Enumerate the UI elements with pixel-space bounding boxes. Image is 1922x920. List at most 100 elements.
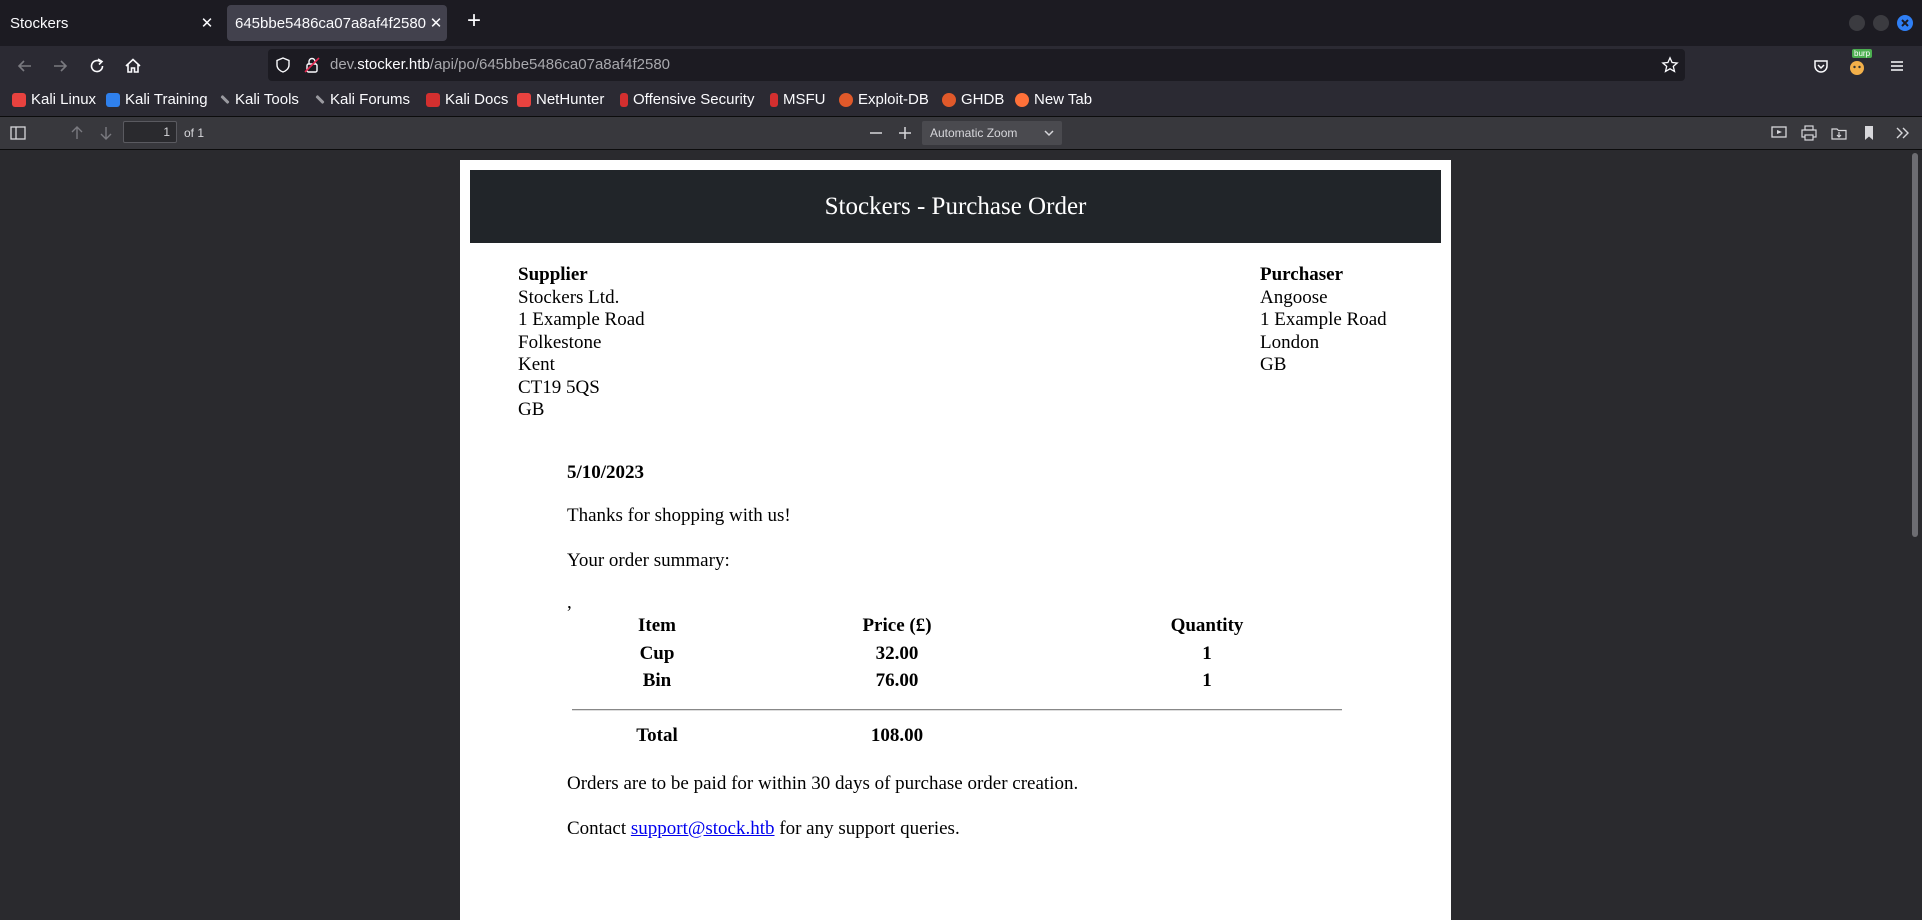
tab-stockers[interactable]: Stockers ✕ — [0, 5, 222, 41]
close-tab-icon[interactable]: ✕ — [427, 14, 445, 32]
bookmark-kali-training[interactable]: Kali Training — [106, 91, 208, 108]
address-line: CT19 5QS — [518, 376, 600, 398]
address-line: Folkestone — [518, 331, 602, 353]
kali-forums-icon — [315, 94, 325, 105]
address-line: GB — [1260, 354, 1287, 375]
firefox-icon — [1015, 92, 1029, 107]
thanks-message: Thanks for shopping with us! — [567, 505, 791, 526]
minimize-window-icon[interactable] — [1849, 15, 1865, 31]
total-row: Total 108.00 — [567, 725, 1347, 753]
item-quantity: 1 — [1202, 643, 1212, 664]
kali-docs-icon — [426, 92, 440, 107]
bookmark-new-tab[interactable]: New Tab — [1015, 91, 1092, 108]
pdf-page: Stockers - Purchase Order Supplier Stock… — [460, 160, 1451, 920]
bookmark-label: GHDB — [961, 91, 1005, 108]
bookmark-ghdb[interactable]: GHDB — [942, 91, 1004, 108]
page-number-input[interactable]: 1 — [123, 121, 177, 143]
bookmark-icon[interactable] — [1860, 124, 1878, 142]
next-page-icon[interactable] — [97, 124, 115, 142]
zoom-value: Automatic Zoom — [930, 126, 1018, 140]
tab-strip: Stockers ✕ 645bbe5486ca07a8af4f2580 ✕ + — [0, 0, 1922, 46]
supplier-heading: Supplier — [518, 264, 588, 285]
home-icon[interactable] — [122, 55, 144, 77]
bookmark-offensive-security[interactable]: Offensive Security — [620, 91, 754, 108]
document-title-banner: Stockers - Purchase Order — [470, 170, 1441, 243]
bookmark-label: Kali Tools — [235, 91, 299, 108]
close-tab-icon[interactable]: ✕ — [198, 14, 216, 32]
address-line: Stockers Ltd. — [518, 286, 620, 308]
address-line: Kent — [518, 354, 555, 375]
order-summary-label: Your order summary: — [567, 550, 730, 571]
bookmark-kali-tools[interactable]: Kali Tools — [220, 91, 299, 108]
presentation-mode-icon[interactable] — [1770, 124, 1788, 142]
address-line: 1 Example Road — [518, 309, 645, 330]
back-arrow-icon[interactable] — [14, 55, 36, 77]
tab-purchase-order[interactable]: 645bbe5486ca07a8af4f2580 ✕ — [227, 5, 447, 41]
address-line: Angoose — [1260, 286, 1328, 308]
column-header-quantity: Quantity — [1170, 615, 1244, 636]
save-download-icon[interactable] — [1830, 124, 1848, 142]
item-name: Bin — [642, 670, 672, 691]
address-line: GB — [518, 399, 545, 420]
sidebar-toggle-icon[interactable] — [9, 124, 27, 142]
contact-prefix: Contact — [567, 818, 627, 839]
stray-comma: , — [567, 592, 572, 613]
maximize-window-icon[interactable] — [1873, 15, 1889, 31]
previous-page-icon[interactable] — [68, 124, 86, 142]
url-path: /api/po/645bbe5486ca07a8af4f2580 — [429, 56, 671, 73]
pocket-icon[interactable] — [1810, 55, 1832, 77]
zoom-in-icon[interactable] — [896, 124, 914, 142]
table-header-row: Item Price (£) Quantity — [567, 615, 1347, 643]
offensive-security-icon — [620, 92, 628, 107]
hamburger-menu-icon[interactable] — [1886, 55, 1908, 77]
bookmark-label: NetHunter — [536, 91, 605, 108]
pdf-viewer-container[interactable]: Stockers - Purchase Order Supplier Stock… — [0, 150, 1922, 920]
reload-icon[interactable] — [86, 55, 108, 77]
item-name: Cup — [639, 643, 675, 664]
order-date: 5/10/2023 — [567, 462, 645, 483]
zoom-select[interactable]: Automatic Zoom — [922, 121, 1062, 145]
bookmark-kali-forums[interactable]: Kali Forums — [315, 91, 410, 108]
msfu-icon — [770, 92, 778, 107]
kali-tools-icon — [220, 94, 230, 105]
address-bar[interactable]: dev.stocker.htb/api/po/645bbe5486ca07a8a… — [268, 49, 1685, 81]
address-line: London — [1260, 331, 1320, 353]
exploit-db-icon — [839, 92, 853, 107]
insecure-lock-icon[interactable] — [303, 56, 321, 79]
contact-suffix: for any support queries. — [779, 818, 960, 839]
address-line: 1 Example Road — [1260, 309, 1387, 330]
support-email-link[interactable]: support@stock.htb — [631, 818, 775, 839]
bookmark-label: Offensive Security — [633, 91, 755, 108]
item-quantity: 1 — [1202, 670, 1212, 691]
scrollbar-thumb[interactable] — [1912, 153, 1918, 537]
bookmark-kali-docs[interactable]: Kali Docs — [426, 91, 508, 108]
bookmark-label: Exploit-DB — [858, 91, 929, 108]
supplier-address: Supplier Stockers Ltd. 1 Example Road Fo… — [518, 264, 645, 422]
item-price: 76.00 — [875, 670, 919, 691]
bookmark-star-icon[interactable] — [1661, 56, 1679, 79]
document-title: Stockers - Purchase Order — [824, 192, 1087, 220]
payment-terms: Orders are to be paid for within 30 days… — [567, 773, 1079, 794]
bookmark-kali-linux[interactable]: Kali Linux — [12, 91, 96, 108]
ghdb-icon — [942, 92, 956, 107]
chevron-down-icon — [1044, 121, 1054, 153]
bookmark-msfu[interactable]: MSFU — [770, 91, 826, 108]
zoom-out-icon[interactable] — [867, 124, 885, 142]
new-tab-button[interactable]: + — [460, 8, 488, 36]
pdf-toolbar: 1 of 1 Automatic Zoom — [0, 117, 1922, 150]
close-window-icon[interactable] — [1897, 15, 1913, 31]
shield-icon[interactable] — [274, 56, 292, 79]
bookmark-exploit-db[interactable]: Exploit-DB — [839, 91, 929, 108]
burp-extension-icon[interactable]: burp — [1846, 49, 1873, 77]
table-row: Bin 76.00 1 — [567, 670, 1347, 698]
forward-arrow-icon[interactable] — [49, 55, 71, 77]
purchaser-heading: Purchaser — [1260, 264, 1344, 285]
bookmark-nethunter[interactable]: NetHunter — [517, 91, 604, 108]
bookmark-label: Kali Linux — [31, 91, 97, 108]
url-domain: stocker.htb — [357, 56, 430, 73]
url-text: dev.stocker.htb/api/po/645bbe5486ca07a8a… — [330, 56, 670, 73]
tools-chevron-icon[interactable] — [1894, 124, 1912, 142]
print-icon[interactable] — [1800, 124, 1818, 142]
item-price: 32.00 — [875, 643, 919, 664]
bookmark-label: New Tab — [1034, 91, 1093, 108]
